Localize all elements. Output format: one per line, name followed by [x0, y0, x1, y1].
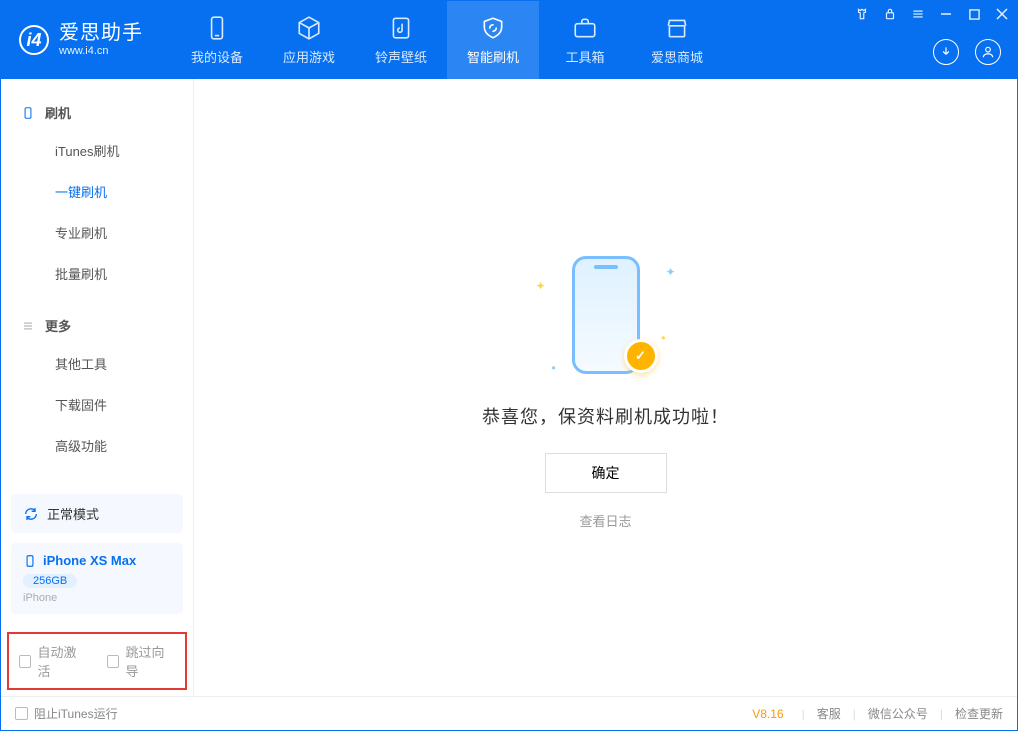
- refresh-icon: [23, 506, 39, 522]
- main-tabs: 我的设备 应用游戏 铃声壁纸 智能刷机 工具箱 爱思商城: [171, 1, 723, 79]
- device-small-icon: [23, 554, 37, 568]
- checkbox-icon: [15, 707, 28, 720]
- device-icon: [204, 15, 230, 41]
- checkbox-auto-activate[interactable]: 自动激活: [19, 642, 87, 680]
- sidebar-item-advanced[interactable]: 高级功能: [1, 425, 193, 466]
- list-icon: [21, 319, 35, 333]
- tab-my-device[interactable]: 我的设备: [171, 1, 263, 79]
- tab-store[interactable]: 爱思商城: [631, 1, 723, 79]
- checkbox-block-itunes[interactable]: 阻止iTunes运行: [15, 705, 118, 722]
- shirt-icon[interactable]: [855, 7, 869, 21]
- briefcase-icon: [572, 15, 598, 41]
- download-button[interactable]: [933, 39, 959, 65]
- footer-bar: 阻止iTunes运行 V8.16 | 客服 | 微信公众号 | 检查更新: [1, 696, 1017, 730]
- sidebar-item-oneclick-flash[interactable]: 一键刷机: [1, 171, 193, 212]
- sidebar-item-itunes-flash[interactable]: iTunes刷机: [1, 130, 193, 171]
- logo-badge-icon: i4: [19, 25, 49, 55]
- sparkle-icon: ✦: [536, 279, 546, 293]
- sidebar-group-flash: 刷机: [1, 95, 193, 130]
- device-type: iPhone: [23, 592, 171, 604]
- store-icon: [664, 15, 690, 41]
- lock-icon[interactable]: [883, 7, 897, 21]
- tab-ringtones[interactable]: 铃声壁纸: [355, 1, 447, 79]
- sidebar-item-pro-flash[interactable]: 专业刷机: [1, 212, 193, 253]
- checkbox-skip-wizard[interactable]: 跳过向导: [107, 642, 175, 680]
- menu-icon[interactable]: [911, 7, 925, 21]
- footer-link-support[interactable]: 客服: [817, 705, 841, 722]
- view-log-link[interactable]: 查看日志: [579, 511, 631, 530]
- success-message: 恭喜您，保资料刷机成功啦！: [482, 403, 729, 429]
- mode-status-card[interactable]: 正常模式: [11, 494, 183, 533]
- cube-icon: [296, 15, 322, 41]
- success-illustration: ✓ ✦ ✦ • •: [506, 245, 706, 385]
- phone-icon: [21, 106, 35, 120]
- sidebar-item-batch-flash[interactable]: 批量刷机: [1, 253, 193, 294]
- main-content: ✓ ✦ ✦ • • 恭喜您，保资料刷机成功啦！ 确定 查看日志: [194, 79, 1017, 696]
- sidebar-item-other-tools[interactable]: 其他工具: [1, 343, 193, 384]
- device-name: iPhone XS Max: [43, 553, 136, 568]
- sidebar: 刷机 iTunes刷机 一键刷机 专业刷机 批量刷机 更多 其他工具 下载固件 …: [1, 79, 194, 696]
- minimize-button[interactable]: [939, 7, 953, 21]
- tab-flash[interactable]: 智能刷机: [447, 1, 539, 79]
- sparkle-icon: •: [552, 361, 556, 375]
- footer-link-wechat[interactable]: 微信公众号: [868, 705, 928, 722]
- app-header: i4 爱思助手 www.i4.cn 我的设备 应用游戏 铃声壁纸 智能刷机: [1, 1, 1017, 79]
- sparkle-icon: •: [661, 331, 665, 345]
- sidebar-group-more: 更多: [1, 308, 193, 343]
- device-storage-badge: 256GB: [23, 574, 77, 588]
- tab-toolbox[interactable]: 工具箱: [539, 1, 631, 79]
- user-button[interactable]: [975, 39, 1001, 65]
- flash-options-row: 自动激活 跳过向导: [7, 632, 187, 690]
- app-logo: i4 爱思助手 www.i4.cn: [1, 1, 161, 79]
- checkbox-icon: [107, 655, 119, 668]
- sidebar-item-download-firmware[interactable]: 下载固件: [1, 384, 193, 425]
- close-button[interactable]: [995, 7, 1009, 21]
- device-card[interactable]: iPhone XS Max 256GB iPhone: [11, 543, 183, 614]
- checkbox-icon: [19, 655, 31, 668]
- version-label: V8.16: [752, 707, 783, 721]
- footer-link-update[interactable]: 检查更新: [955, 705, 1003, 722]
- window-controls: [855, 7, 1009, 21]
- check-badge-icon: ✓: [624, 339, 658, 373]
- header-right-actions: [933, 39, 1001, 65]
- tab-apps[interactable]: 应用游戏: [263, 1, 355, 79]
- ok-button[interactable]: 确定: [545, 453, 667, 493]
- music-file-icon: [388, 15, 414, 41]
- refresh-shield-icon: [480, 15, 506, 41]
- sparkle-icon: ✦: [665, 265, 675, 279]
- app-title: 爱思助手: [59, 21, 143, 45]
- app-subtitle: www.i4.cn: [59, 45, 143, 58]
- mode-status-label: 正常模式: [47, 504, 99, 523]
- maximize-button[interactable]: [967, 7, 981, 21]
